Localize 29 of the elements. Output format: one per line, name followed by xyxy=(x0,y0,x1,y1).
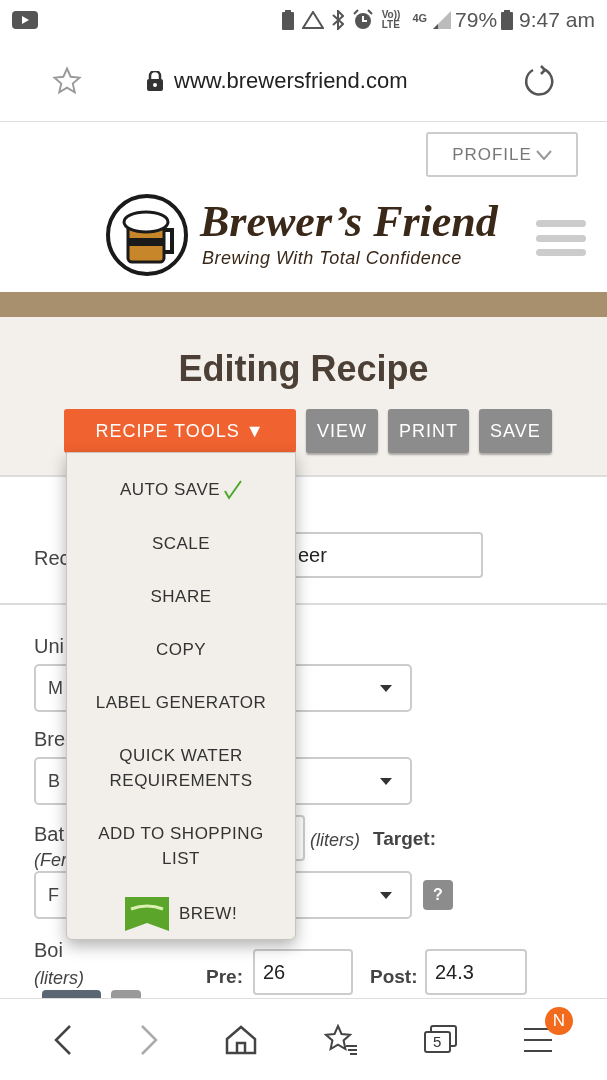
field-label: Uni xyxy=(34,634,64,659)
field-label: Target: xyxy=(373,827,436,851)
clock-time: 9:47 am xyxy=(519,7,595,34)
profile-button[interactable]: PROFILE xyxy=(426,132,578,177)
battery-percent: 79% xyxy=(455,7,498,34)
logo-title: Brewer’s Friend xyxy=(200,198,498,245)
logo-tagline: Brewing With Total Confidence xyxy=(202,246,463,270)
unit-label: (liters) xyxy=(34,967,84,990)
dropdown-item[interactable]: QUICK WATER REQUIREMENTS xyxy=(67,728,295,807)
notification-badge: N xyxy=(545,1007,573,1035)
lte-label: LTE xyxy=(381,20,401,30)
field-label: Post: xyxy=(370,965,418,989)
url-text[interactable]: www.brewersfriend.com xyxy=(174,64,408,97)
dropdown-item[interactable]: BREW! xyxy=(178,900,238,927)
dropdown-item[interactable]: COPY xyxy=(67,622,295,676)
field-label: Bat xyxy=(34,822,65,847)
network-label: 4G xyxy=(412,11,428,26)
field-label: Pre: xyxy=(206,965,243,989)
field-label: Boi xyxy=(34,938,63,963)
input-field[interactable]: 24.3 xyxy=(425,949,527,995)
volte-label: Vo)) xyxy=(381,10,401,20)
field-hint: (Fer xyxy=(34,849,67,872)
page-title: Editing Recipe xyxy=(178,347,429,391)
dropdown-item[interactable]: AUTO SAVE xyxy=(67,463,295,517)
unit-label: (liters) xyxy=(310,829,360,852)
dropdown-item[interactable]: ADD TO SHOPPING LIST xyxy=(67,806,295,885)
dropdown-item[interactable]: LABEL GENERATOR xyxy=(67,675,295,729)
field-label: Bre xyxy=(34,727,66,752)
input-field[interactable]: 26 xyxy=(253,949,353,995)
